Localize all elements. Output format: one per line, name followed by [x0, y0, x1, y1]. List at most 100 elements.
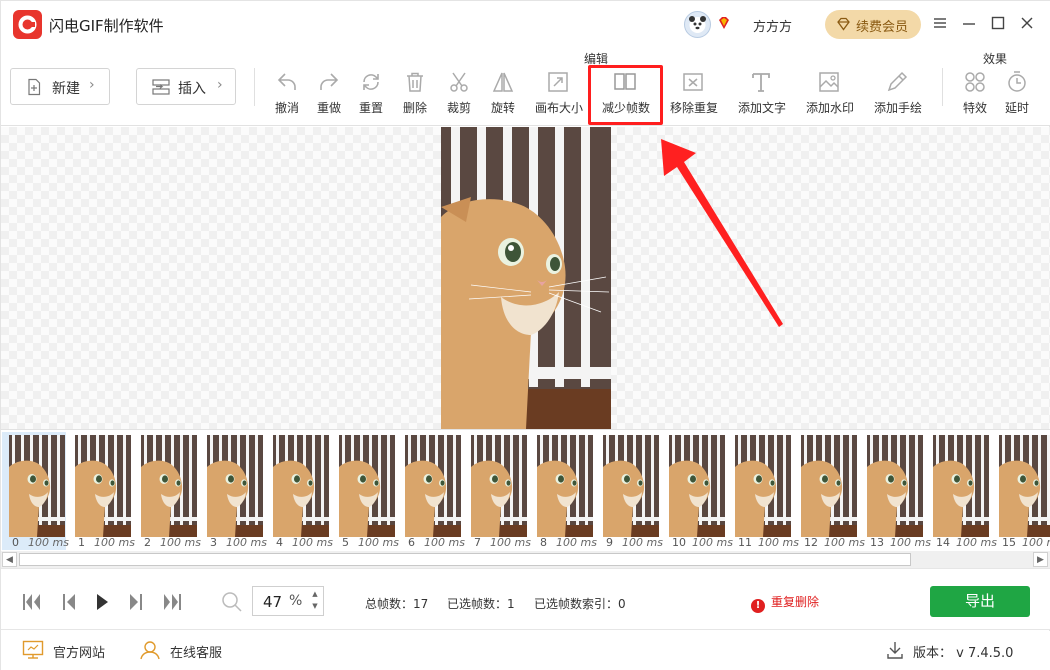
- renew-vip-button[interactable]: 续费会员: [825, 10, 921, 39]
- username[interactable]: 方方方: [753, 16, 792, 35]
- frame-thumbnail[interactable]: 0 100 ms: [2, 432, 69, 550]
- redo-icon: [320, 73, 339, 90]
- frame-thumbnail[interactable]: 2 100 ms: [134, 432, 201, 550]
- add-watermark-label: 添加水印: [806, 101, 855, 115]
- frame-thumbnail[interactable]: 9 100 ms: [596, 432, 663, 550]
- frame-thumbnail[interactable]: 7 100 ms: [464, 432, 531, 550]
- new-button[interactable]: 新建 ›: [10, 68, 110, 105]
- reset-label: 重置: [358, 101, 383, 115]
- toolbar-divider: [942, 68, 943, 106]
- scissors-icon: [450, 72, 468, 92]
- new-file-icon: [28, 78, 41, 96]
- frame-thumbnail[interactable]: 13 100 ms: [860, 432, 931, 550]
- frame-image: [405, 435, 461, 537]
- frame-duration: 100 ms: [424, 536, 465, 549]
- official-website-link[interactable]: 官方网站: [22, 640, 106, 661]
- frame-thumbnail[interactable]: 8 100 ms: [530, 432, 597, 550]
- effects-icon: [965, 72, 985, 92]
- zoom-up-icon[interactable]: ▲: [309, 590, 321, 598]
- frame-thumbnail[interactable]: 14 100 ms: [926, 432, 997, 550]
- frame-thumbnail[interactable]: 4 100 ms: [266, 432, 333, 550]
- frame-thumbnail[interactable]: 6 100 ms: [398, 432, 465, 550]
- frame-thumbnail[interactable]: 15 100 ms: [992, 432, 1050, 550]
- chevron-right-icon: ›: [89, 77, 95, 93]
- crop-button[interactable]: 裁剪: [436, 70, 482, 122]
- frame-image: [75, 435, 131, 537]
- add-drawing-button[interactable]: 添加手绘: [874, 70, 922, 122]
- version-info[interactable]: 版本： v 7.4.5.0: [887, 642, 1013, 661]
- frame-thumbnail[interactable]: 5 100 ms: [332, 432, 399, 550]
- close-icon[interactable]: [1018, 14, 1036, 32]
- frame-image: [603, 435, 659, 537]
- frame-index: 1: [78, 536, 85, 549]
- duplicate-delete-button[interactable]: ! 重复删除: [751, 593, 819, 613]
- frame-duration: 100 ms: [28, 536, 69, 549]
- frame-duration: 100 ms: [292, 536, 333, 549]
- menu-icon[interactable]: [931, 14, 949, 32]
- delete-label: 删除: [402, 101, 427, 115]
- info-icon: !: [751, 599, 765, 613]
- scroll-left-icon[interactable]: ◀: [2, 552, 17, 567]
- remove-duplicate-label: 移除重复: [670, 101, 719, 115]
- frame-duration: 100 ms: [226, 536, 267, 549]
- scroll-right-icon[interactable]: ▶: [1033, 552, 1048, 567]
- frame-strip-scrollbar[interactable]: ◀ ▶: [1, 551, 1050, 568]
- avatar[interactable]: [684, 11, 711, 38]
- add-text-label: 添加文字: [738, 101, 787, 115]
- duplicate-delete-label: 重复删除: [771, 595, 820, 609]
- minimize-icon[interactable]: [960, 14, 978, 32]
- insert-icon: [152, 79, 170, 95]
- monitor-icon: [22, 640, 44, 659]
- scrollbar-thumb[interactable]: [19, 553, 911, 566]
- online-support-link[interactable]: 在线客服: [140, 641, 223, 661]
- redo-button[interactable]: 重做: [306, 70, 352, 122]
- previous-frame-icon[interactable]: [59, 591, 81, 613]
- frame-thumbnail[interactable]: 10 100 ms: [662, 432, 733, 550]
- frame-image: [801, 435, 857, 537]
- effects-label: 特效: [962, 101, 987, 115]
- add-text-button[interactable]: 添加文字: [738, 70, 787, 122]
- app-logo-icon: [13, 10, 42, 39]
- canvas-size-button[interactable]: 画布大小: [535, 70, 583, 122]
- app-title: 闪电GIF制作软件: [49, 17, 164, 35]
- undo-button[interactable]: 撤消: [264, 70, 310, 122]
- frame-thumbnail[interactable]: 1 100 ms: [68, 432, 135, 550]
- frame-duration: 100 ms: [692, 536, 733, 549]
- frame-duration: 100 ms: [622, 536, 663, 549]
- frame-duration: 100 ms: [160, 536, 201, 549]
- frame-image: [471, 435, 527, 537]
- maximize-icon[interactable]: [989, 14, 1007, 32]
- frame-duration: 100 ms: [956, 536, 997, 549]
- selected-frames: 已选帧数：1: [447, 597, 515, 611]
- export-button[interactable]: 导出: [930, 586, 1030, 617]
- delay-button[interactable]: 延时: [994, 70, 1040, 122]
- frame-thumbnail[interactable]: 11 100 ms: [728, 432, 799, 550]
- app-window: 闪电GIF制作软件 方方方 续费会员 新建 › 插入 › 编辑 效果 撤消 重做…: [0, 0, 1050, 670]
- delete-button[interactable]: 删除: [392, 70, 438, 122]
- zoom-value[interactable]: 47: [263, 593, 282, 611]
- online-support-label: 在线客服: [170, 646, 223, 661]
- effects-button[interactable]: 特效: [952, 70, 998, 122]
- frame-index: 15: [1002, 536, 1016, 549]
- rotate-button[interactable]: 旋转: [480, 70, 526, 122]
- reset-button[interactable]: 重置: [348, 70, 394, 122]
- frame-index: 13: [870, 536, 884, 549]
- add-watermark-button[interactable]: 添加水印: [806, 70, 855, 122]
- watermark-icon: [819, 72, 839, 92]
- official-website-label: 官方网站: [53, 646, 106, 661]
- zoom-stepper[interactable]: 47 % ▲ ▼: [252, 586, 324, 616]
- last-frame-icon[interactable]: [161, 591, 183, 613]
- frame-thumbnail[interactable]: 12 100 ms: [794, 432, 865, 550]
- first-frame-icon[interactable]: [21, 591, 43, 613]
- frame-index: 2: [144, 536, 151, 549]
- frame-duration: 100 ms: [358, 536, 399, 549]
- insert-button[interactable]: 插入 ›: [136, 68, 236, 105]
- frame-image: [207, 435, 263, 537]
- toolbar: 新建 › 插入 › 编辑 效果 撤消 重做 重置 删除 裁剪 旋转 画布大小 减…: [1, 48, 1050, 126]
- zoom-down-icon[interactable]: ▼: [309, 602, 321, 610]
- frame-thumbnail[interactable]: 3 100 ms: [200, 432, 267, 550]
- next-frame-icon[interactable]: [124, 591, 146, 613]
- title-bar: 闪电GIF制作软件 方方方 续费会员: [1, 1, 1050, 48]
- play-icon[interactable]: [91, 591, 113, 613]
- remove-duplicate-button[interactable]: 移除重复: [670, 70, 719, 122]
